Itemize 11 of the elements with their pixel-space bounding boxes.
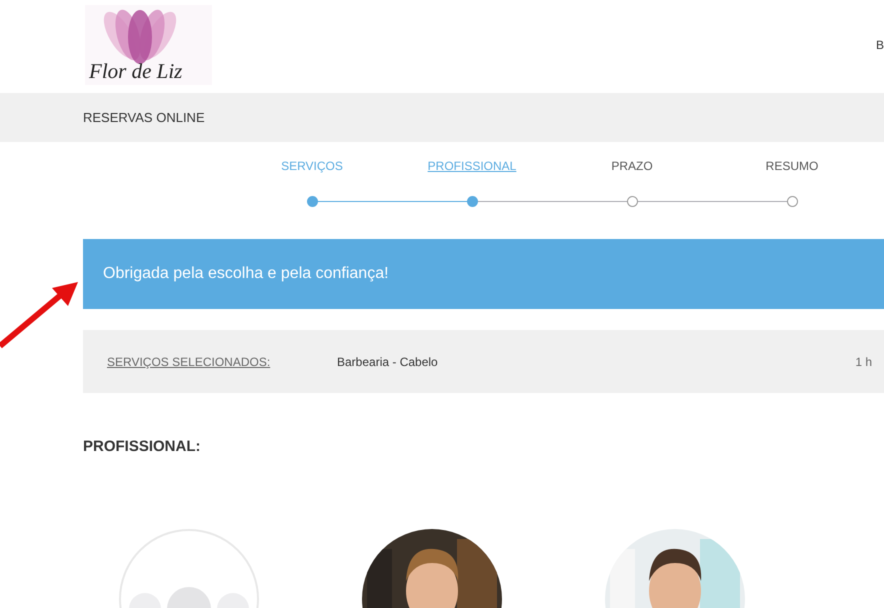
selected-services-label[interactable]: SERVIÇOS SELECIONADOS: [107, 352, 337, 370]
section-title: RESERVAS ONLINE [83, 108, 205, 127]
service-duration: 1 h [855, 354, 872, 370]
professional-heading: PROFISSIONAL: [83, 438, 201, 455]
service-name: Barbearia - Cabelo [337, 354, 438, 370]
header-link[interactable]: B [876, 36, 884, 54]
logo[interactable]: Flor de Liz [85, 5, 212, 85]
step-label[interactable]: RESUMO [766, 158, 818, 174]
logo-text: Flor de Liz [89, 61, 182, 82]
banner-text: Obrigada pela escolha e pela confiança! [103, 264, 389, 284]
step-label[interactable]: PRAZO [611, 158, 653, 174]
